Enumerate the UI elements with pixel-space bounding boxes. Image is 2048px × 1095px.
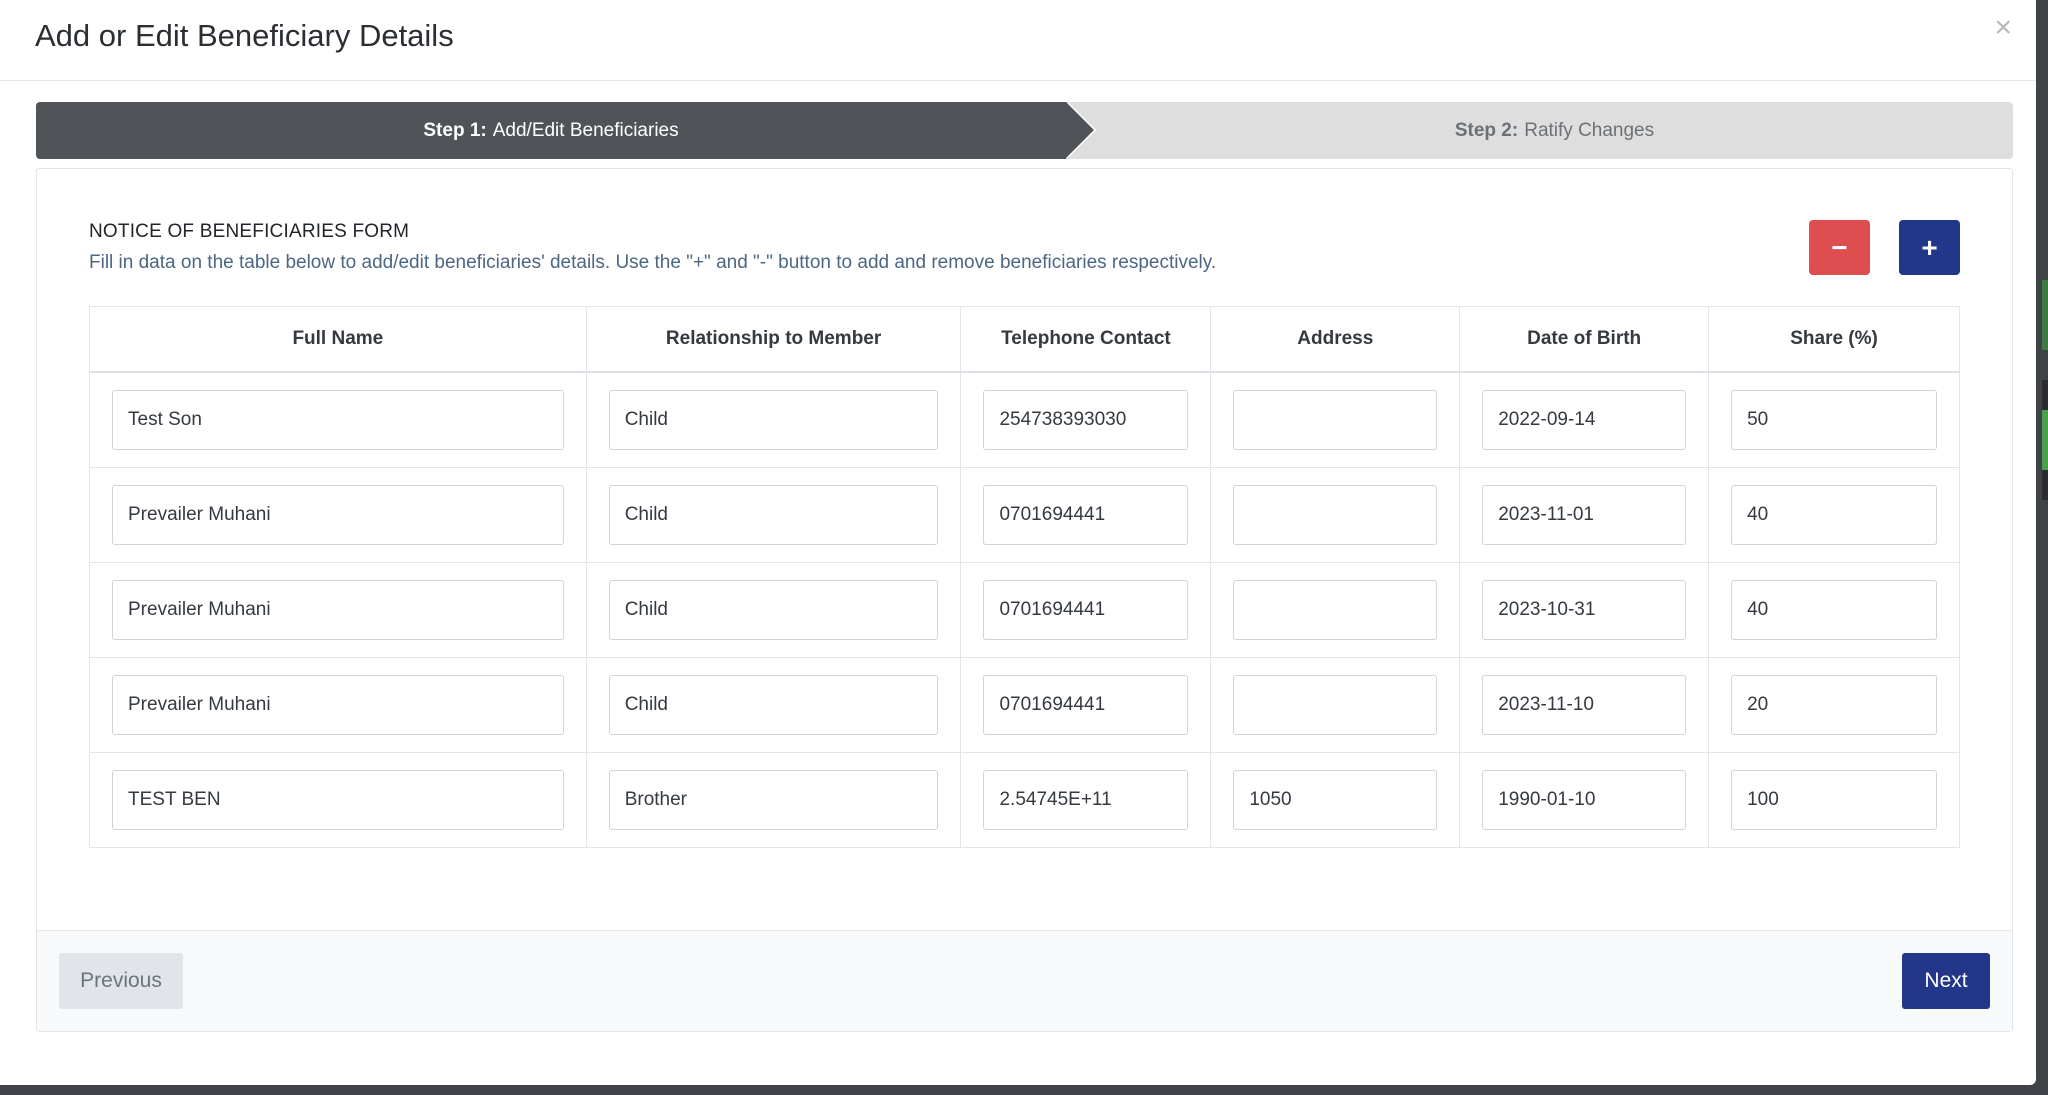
table-cell (89, 752, 587, 848)
full-name-input[interactable] (112, 580, 564, 640)
telephone-input[interactable] (983, 390, 1189, 450)
table-cell (586, 372, 962, 468)
address-input[interactable] (1233, 770, 1438, 830)
table-cell (960, 562, 1212, 658)
address-input[interactable] (1233, 580, 1438, 640)
table-cell (960, 752, 1212, 848)
table-cell (1459, 657, 1710, 753)
table-cell (586, 657, 962, 753)
address-input[interactable] (1233, 485, 1438, 545)
date-of-birth-input[interactable] (1482, 390, 1687, 450)
table-cell (1210, 562, 1461, 658)
relationship-input[interactable] (608, 580, 939, 640)
full-name-input[interactable] (112, 770, 564, 830)
relationship-input[interactable] (608, 675, 939, 735)
table-cell (1210, 467, 1461, 563)
table-row (89, 752, 1960, 848)
table-cell (586, 467, 962, 563)
remove-beneficiary-button[interactable]: − (1809, 220, 1870, 275)
date-of-birth-input[interactable] (1482, 675, 1687, 735)
step-arrow (1066, 102, 1094, 158)
column-header-date-of-birth: Date of Birth (1459, 306, 1710, 373)
telephone-input[interactable] (983, 580, 1189, 640)
column-header-address: Address (1210, 306, 1461, 373)
table-cell (1708, 657, 1960, 753)
telephone-input[interactable] (983, 675, 1189, 735)
table-cell (1459, 752, 1710, 848)
table-cell (1210, 752, 1461, 848)
table-row (89, 372, 1960, 468)
full-name-input[interactable] (112, 485, 564, 545)
share-input[interactable] (1731, 675, 1937, 735)
table-cell (1210, 657, 1461, 753)
table-cell (1708, 562, 1960, 658)
wizard-footer: Previous Next (37, 930, 2012, 1031)
table-header-row: Full Name Relationship to Member Telepho… (89, 306, 1960, 373)
step-1-prefix: Step 1: (423, 119, 487, 141)
table-cell (89, 562, 587, 658)
step-2-label: Ratify Changes (1524, 119, 1655, 141)
address-input[interactable] (1233, 390, 1438, 450)
form-description: Fill in data on the table below to add/e… (89, 252, 1217, 273)
column-header-telephone: Telephone Contact (960, 306, 1212, 373)
table-cell (1708, 752, 1960, 848)
beneficiaries-table: Full Name Relationship to Member Telepho… (89, 306, 1960, 848)
column-header-relationship: Relationship to Member (586, 306, 962, 373)
table-row (89, 562, 1960, 658)
share-input[interactable] (1731, 770, 1937, 830)
table-row (89, 657, 1960, 753)
next-button[interactable]: Next (1902, 953, 1990, 1009)
share-input[interactable] (1731, 580, 1937, 640)
beneficiary-modal: Add or Edit Beneficiary Details × Step 1… (0, 0, 2036, 1085)
telephone-input[interactable] (983, 770, 1189, 830)
table-cell (960, 372, 1212, 468)
full-name-input[interactable] (112, 675, 564, 735)
table-cell (960, 657, 1212, 753)
modal-header: Add or Edit Beneficiary Details × (0, 0, 2036, 81)
form-title: NOTICE OF BENEFICIARIES FORM (89, 221, 410, 242)
previous-button[interactable]: Previous (59, 953, 183, 1009)
date-of-birth-input[interactable] (1482, 580, 1687, 640)
table-cell (586, 562, 962, 658)
column-header-share: Share (%) (1708, 306, 1960, 373)
table-cell (89, 372, 587, 468)
table-cell (1459, 467, 1710, 563)
add-beneficiary-button[interactable]: + (1899, 220, 1960, 275)
table-cell (1210, 372, 1461, 468)
background-button-fragment (2042, 410, 2048, 470)
form-panel: NOTICE OF BENEFICIARIES FORM Fill in dat… (36, 168, 2013, 1032)
relationship-input[interactable] (608, 485, 939, 545)
step-2-prefix: Step 2: (1454, 119, 1519, 141)
share-input[interactable] (1731, 390, 1937, 450)
relationship-input[interactable] (608, 390, 939, 450)
table-cell (1708, 467, 1960, 563)
background-badge-fragment (2042, 280, 2048, 350)
date-of-birth-input[interactable] (1482, 485, 1687, 545)
table-cell (1708, 372, 1960, 468)
wizard-steps: Step 1: Add/Edit Beneficiaries Step 2: R… (36, 102, 2013, 159)
table-cell (586, 752, 962, 848)
full-name-input[interactable] (112, 390, 564, 450)
step-1-label: Add/Edit Beneficiaries (492, 119, 679, 141)
table-row (89, 467, 1960, 563)
modal-title: Add or Edit Beneficiary Details (35, 18, 454, 53)
telephone-input[interactable] (983, 485, 1189, 545)
relationship-input[interactable] (608, 770, 939, 830)
table-cell (1459, 562, 1710, 658)
table-cell (89, 467, 587, 563)
table-cell (960, 467, 1212, 563)
step-add-edit-beneficiaries[interactable]: Step 1: Add/Edit Beneficiaries (36, 102, 1066, 159)
table-cell (89, 657, 587, 753)
column-header-full-name: Full Name (89, 306, 587, 373)
close-icon[interactable]: × (1988, 12, 2018, 44)
table-cell (1459, 372, 1710, 468)
share-input[interactable] (1731, 485, 1937, 545)
address-input[interactable] (1233, 675, 1438, 735)
date-of-birth-input[interactable] (1482, 770, 1687, 830)
step-ratify-changes[interactable]: Step 2: Ratify Changes (1096, 102, 2013, 159)
